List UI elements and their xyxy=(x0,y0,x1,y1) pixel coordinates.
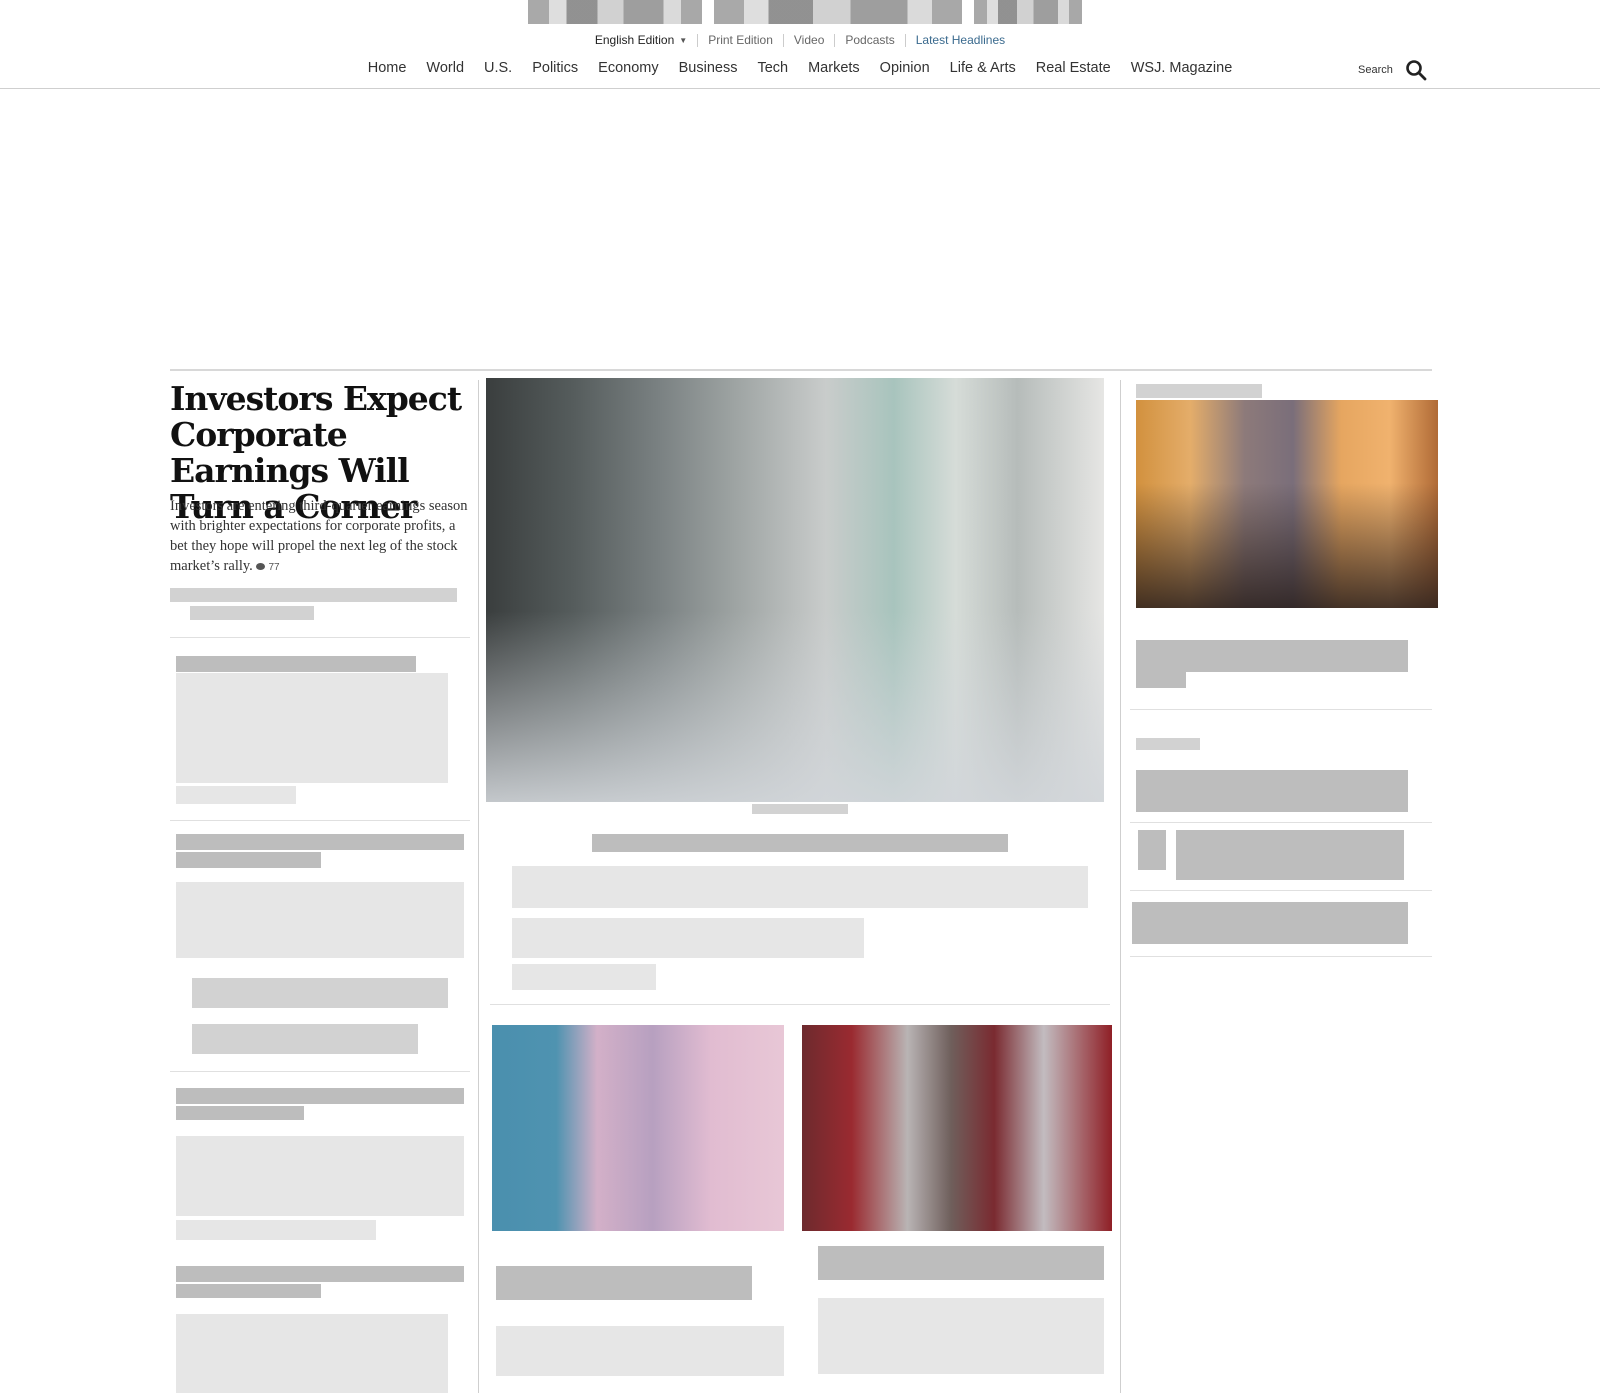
logo-word xyxy=(714,0,962,24)
podcasts-link[interactable]: Podcasts xyxy=(845,33,894,47)
story-image[interactable] xyxy=(492,1025,784,1231)
feature-headline[interactable] xyxy=(592,834,1008,852)
caret-down-icon: ▼ xyxy=(679,35,688,45)
column-divider xyxy=(478,380,479,1393)
nav-item-us[interactable]: U.S. xyxy=(484,60,512,76)
nav-item-world[interactable]: World xyxy=(426,60,464,76)
section-label xyxy=(1136,384,1262,398)
nav-item-economy[interactable]: Economy xyxy=(598,60,658,76)
story-summary xyxy=(176,1136,464,1216)
print-edition-link[interactable]: Print Edition xyxy=(708,33,773,47)
story-summary xyxy=(496,1326,784,1376)
story-summary xyxy=(176,882,464,958)
story-headline[interactable] xyxy=(176,852,321,868)
story-headline[interactable] xyxy=(176,834,464,850)
nav-item-markets[interactable]: Markets xyxy=(808,60,860,76)
story-image[interactable] xyxy=(802,1025,1112,1231)
feature-summary xyxy=(512,918,864,958)
story-headline[interactable] xyxy=(1136,672,1186,688)
divider xyxy=(904,33,906,47)
nav-item-politics[interactable]: Politics xyxy=(532,60,578,76)
masthead-logo[interactable] xyxy=(528,0,1082,26)
story-headline[interactable] xyxy=(496,1266,752,1300)
story-divider xyxy=(1130,890,1432,891)
related-link[interactable] xyxy=(170,588,457,602)
story-divider xyxy=(1130,709,1432,710)
divider xyxy=(697,33,699,47)
search-button[interactable]: Search xyxy=(1358,59,1427,81)
author-thumbnail[interactable] xyxy=(1138,830,1166,870)
ad-slot xyxy=(0,89,1600,369)
edition-selector[interactable]: English Edition ▼ xyxy=(595,33,687,47)
search-icon xyxy=(1406,60,1427,81)
edition-bar: English Edition ▼ Print Edition Video Po… xyxy=(0,33,1600,47)
nav-item-opinion[interactable]: Opinion xyxy=(880,60,930,76)
nav-item-life-arts[interactable]: Life & Arts xyxy=(950,60,1016,76)
section-label xyxy=(1136,738,1200,750)
nav-item-tech[interactable]: Tech xyxy=(757,60,788,76)
related-link[interactable] xyxy=(190,606,314,620)
story-divider xyxy=(170,637,470,638)
story-headline[interactable] xyxy=(176,1106,304,1120)
story-summary xyxy=(176,1220,376,1240)
feature-summary xyxy=(512,964,656,990)
column-divider xyxy=(1120,380,1121,1393)
nav-item-real-estate[interactable]: Real Estate xyxy=(1036,60,1111,76)
comment-count[interactable]: 77 xyxy=(256,562,280,573)
comment-bubble-icon xyxy=(256,563,266,570)
story-summary xyxy=(818,1298,1104,1374)
nav-item-home[interactable]: Home xyxy=(368,60,407,76)
comment-count-value: 77 xyxy=(268,562,280,573)
story-divider xyxy=(170,820,470,821)
edition-label: English Edition xyxy=(594,33,675,47)
story-headline[interactable] xyxy=(1136,640,1408,672)
story-divider xyxy=(1130,956,1432,957)
nav-item-business[interactable]: Business xyxy=(679,60,738,76)
feature-summary xyxy=(512,866,1088,908)
logo-word xyxy=(528,0,702,24)
nav-item-wsj-magazine[interactable]: WSJ. Magazine xyxy=(1131,60,1233,76)
opinion-image[interactable] xyxy=(1136,400,1438,608)
story-summary xyxy=(176,786,296,804)
story-summary xyxy=(176,673,448,783)
search-label: Search xyxy=(1358,64,1393,76)
story-divider xyxy=(1130,822,1432,823)
story-divider xyxy=(170,1071,470,1072)
divider xyxy=(782,33,784,47)
story-summary xyxy=(176,1314,448,1393)
story-headline[interactable] xyxy=(176,656,416,672)
lead-image[interactable] xyxy=(486,378,1104,802)
story-divider xyxy=(490,1004,1110,1005)
lead-summary-text: Investors are entering third-quarter ear… xyxy=(170,498,468,574)
related-link[interactable] xyxy=(192,1024,418,1054)
video-link[interactable]: Video xyxy=(794,33,824,47)
story-kicker xyxy=(752,804,848,814)
section-divider xyxy=(170,369,1432,371)
related-link[interactable] xyxy=(192,978,448,1008)
story-headline[interactable] xyxy=(1132,902,1408,944)
story-headline[interactable] xyxy=(176,1088,464,1104)
logo-word xyxy=(974,0,1082,24)
story-headline[interactable] xyxy=(176,1266,464,1282)
story-headline[interactable] xyxy=(1136,770,1408,812)
divider xyxy=(834,33,836,47)
story-headline[interactable] xyxy=(818,1246,1104,1280)
lead-summary: Investors are entering third-quarter ear… xyxy=(170,496,470,578)
latest-headlines-link[interactable]: Latest Headlines xyxy=(916,33,1005,47)
story-headline[interactable] xyxy=(176,1284,321,1298)
story-headline[interactable] xyxy=(1176,830,1404,880)
